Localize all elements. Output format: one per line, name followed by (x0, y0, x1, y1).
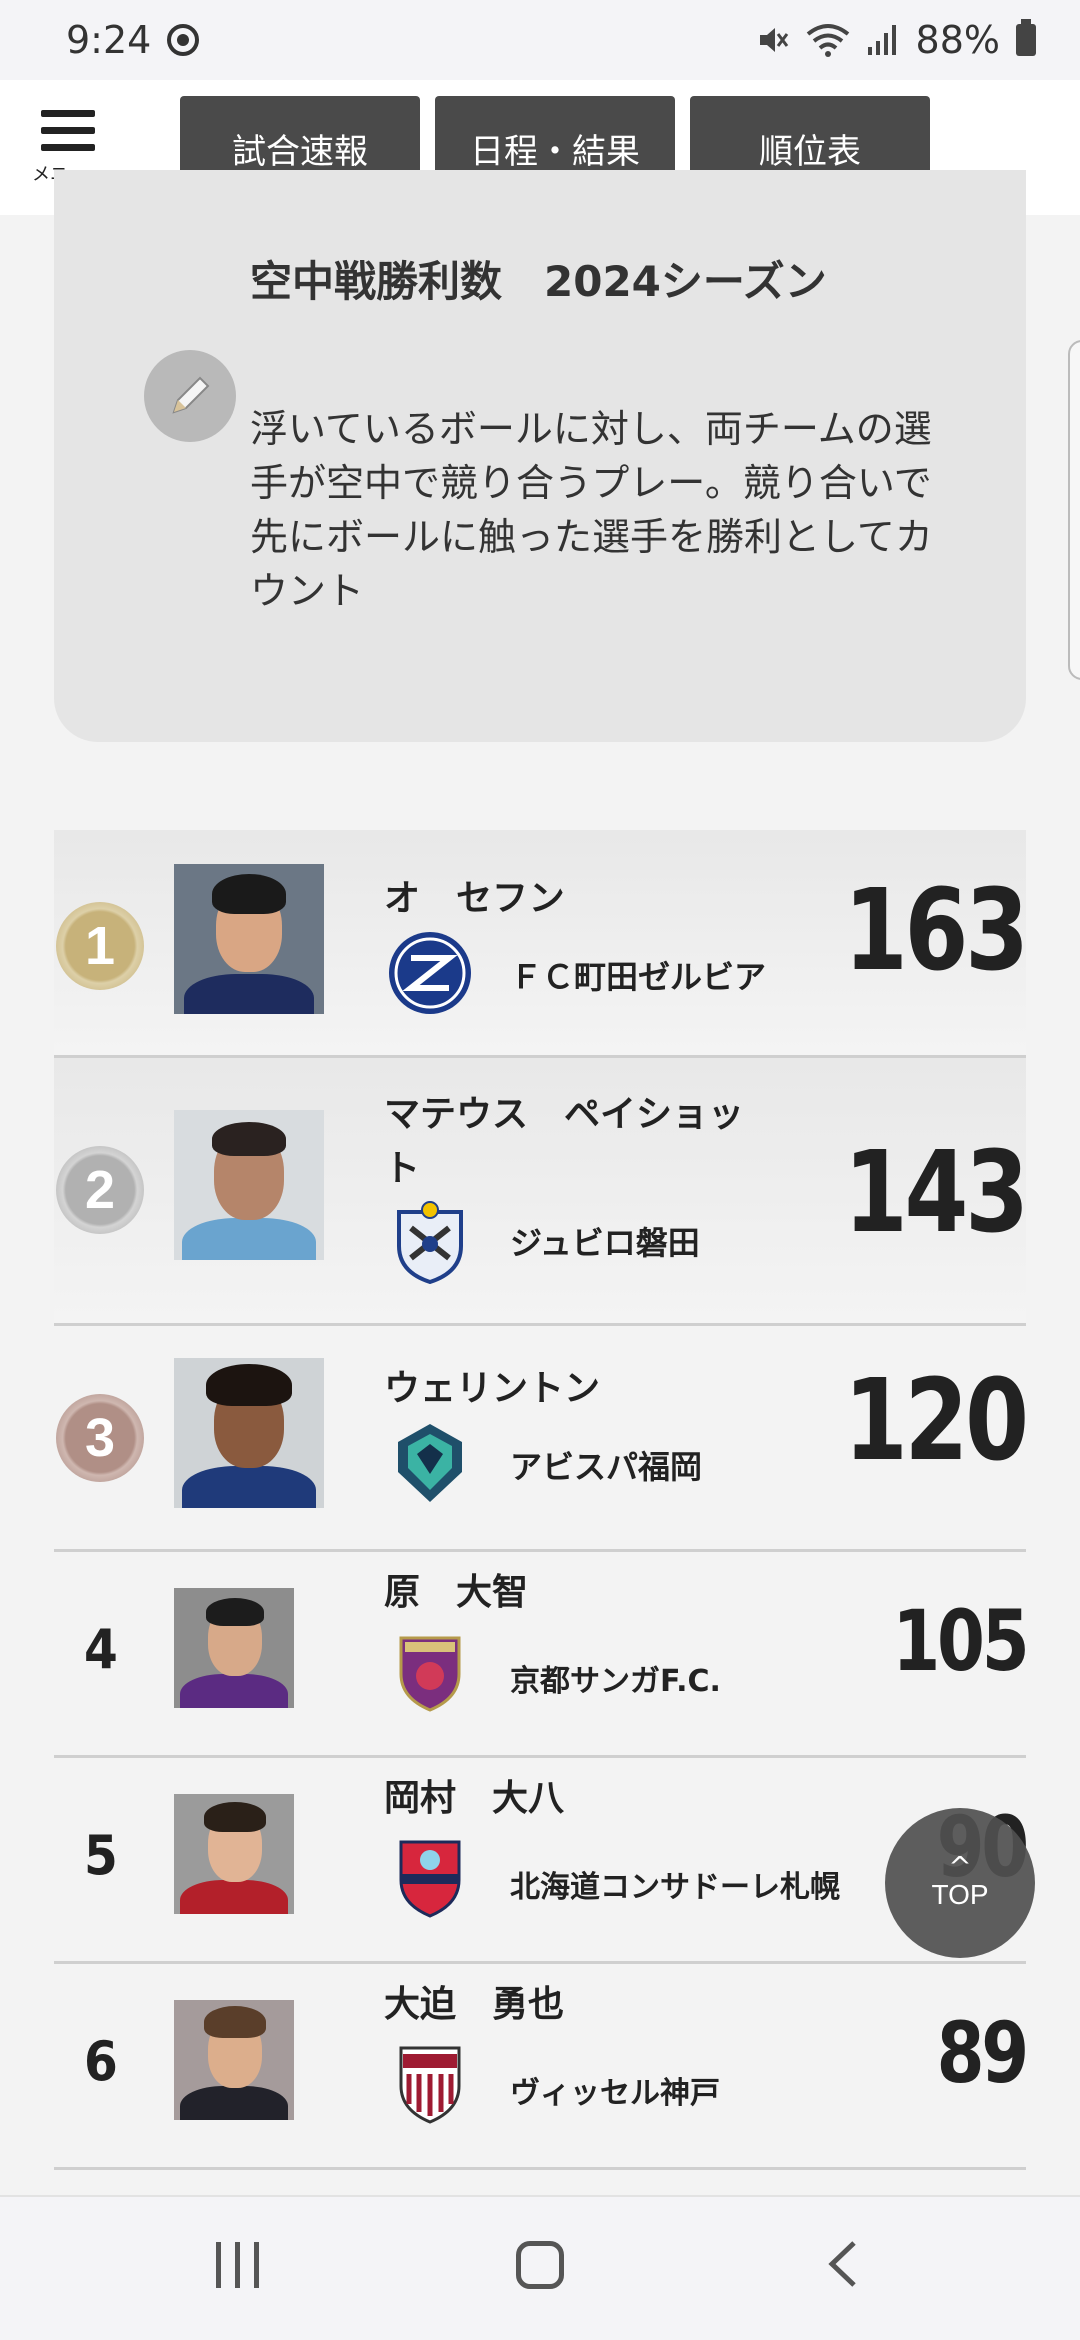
home-icon[interactable] (516, 2241, 564, 2289)
team-name: ジュビロ磐田 (510, 1224, 700, 1262)
ranking-row[interactable]: 4 原 大智 京都サンガF.C. 105 (54, 1552, 1029, 1758)
player-photo (174, 1358, 324, 1508)
stat-description-card: 空中戦勝利数 2024シーズン 浮いているボールに対し、両チームの選手が空中で競… (54, 170, 1026, 742)
stat-value: 143 (844, 1128, 1029, 1258)
player-photo (174, 1110, 324, 1260)
machida-zelvia-logo-icon (389, 932, 471, 1014)
battery-icon (1016, 19, 1036, 56)
side-scroll-tab[interactable] (1068, 340, 1080, 680)
back-icon[interactable] (824, 2239, 864, 2289)
player-photo (174, 2000, 294, 2120)
recent-apps-icon[interactable] (216, 2242, 259, 2288)
stat-title: 空中戦勝利数 2024シーズン (250, 257, 827, 306)
player-name: 岡村 大八 (384, 1778, 565, 1819)
scroll-to-top-button[interactable]: ^ TOP (885, 1808, 1035, 1958)
stat-value: 89 (936, 2004, 1030, 2102)
player-name: 原 大智 (384, 1572, 529, 1613)
team-name: 京都サンガF.C. (510, 1664, 721, 1699)
player-photo (174, 1588, 294, 1708)
wifi-icon (806, 24, 849, 57)
ranking-row[interactable]: 2 マテウス ペイショット ジュビロ磐田 143 (54, 1058, 1029, 1326)
player-name: 大迫 勇也 (384, 1984, 565, 2025)
player-name: ウェリントン (384, 1368, 601, 1409)
notification-circle-icon (167, 24, 200, 56)
consadole-sapporo-logo-icon (399, 1840, 461, 1918)
rank-number: 4 (84, 1618, 118, 1681)
stat-description: 浮いているボールに対し、両チームの選手が空中で競り合うプレー。競り合いで先にボー… (250, 407, 933, 613)
pencil-icon (144, 350, 236, 442)
jubilo-iwata-logo-icon (397, 1201, 463, 1284)
silver-medal-icon: 2 (56, 1146, 144, 1234)
team-name: アビスパ福岡 (510, 1448, 703, 1486)
team-name: ヴィッセル神戸 (510, 2076, 720, 2111)
player-name: マテウス ペイショット (384, 1094, 745, 1189)
rank-number: 6 (84, 2030, 118, 2093)
ranking-row[interactable]: 1 オ セフン ＦＣ町田ゼルビア 163 (54, 830, 1029, 1058)
player-name: オ セフン (384, 878, 565, 919)
gold-medal-icon: 1 (56, 902, 144, 990)
mute-icon (759, 28, 788, 52)
ranking-row[interactable]: 3 ウェリントン アビスパ福岡 120 (54, 1326, 1029, 1552)
player-photo (174, 864, 324, 1014)
team-name: 北海道コンサドーレ札幌 (510, 1870, 840, 1905)
stat-value: 105 (892, 1592, 1029, 1690)
status-bar: 9:24 88% (0, 0, 1080, 80)
player-photo (174, 1794, 294, 1914)
ranking-row[interactable]: 6 大迫 勇也 ヴィッセル神戸 89 (54, 1964, 1030, 2170)
rank-number: 5 (84, 1824, 118, 1887)
vissel-kobe-logo-icon (399, 2046, 461, 2124)
stat-value: 120 (844, 1356, 1029, 1486)
battery-percent: 88% (915, 18, 1000, 62)
kyoto-sanga-logo-icon (399, 1636, 461, 1712)
system-nav-bar (0, 2195, 1080, 2340)
top-button-label: TOP (931, 1879, 989, 1910)
chevron-up-icon: ^ (948, 1850, 972, 1883)
team-name: ＦＣ町田ゼルビア (510, 958, 767, 996)
hamburger-icon (41, 110, 95, 154)
avispa-fukuoka-logo-icon (398, 1424, 462, 1502)
signal-icon (867, 25, 896, 55)
status-time: 9:24 (66, 18, 152, 62)
bronze-medal-icon: 3 (56, 1394, 144, 1482)
ranking-row[interactable]: 5 岡村 大八 北海道コンサドーレ札幌 90 (54, 1758, 1029, 1964)
stat-value: 163 (844, 866, 1029, 996)
